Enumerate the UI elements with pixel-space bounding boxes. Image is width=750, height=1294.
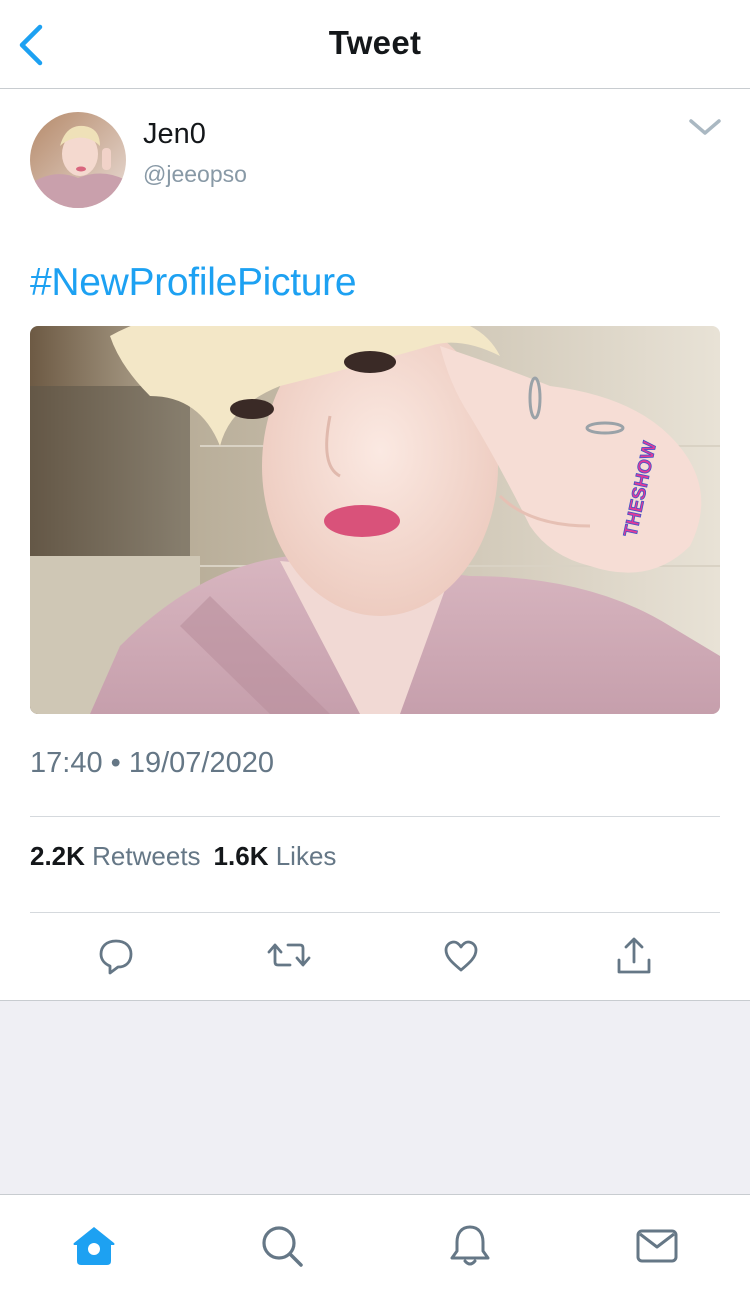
tab-notifications[interactable] — [447, 1223, 493, 1269]
likes-stat[interactable]: 1.6K Likes — [214, 841, 337, 871]
likes-count: 1.6K — [213, 841, 269, 871]
reply-button[interactable] — [93, 932, 139, 978]
messages-icon — [636, 1229, 678, 1263]
tweet-actions — [0, 912, 750, 1000]
retweets-stat[interactable]: 2.2K Retweets — [30, 841, 201, 871]
tweet-detail: Jen0 @jeeopso #NewProfilePicture THESHOW… — [0, 89, 750, 1001]
author-handle[interactable]: @jeeopso — [143, 161, 247, 188]
divider — [30, 816, 720, 817]
likes-label: Likes — [275, 841, 337, 871]
share-icon — [617, 937, 651, 974]
reply-icon — [99, 939, 133, 975]
author-display-name[interactable]: Jen0 — [143, 118, 206, 151]
tweet-timestamp: 17:40 • 19/07/2020 — [30, 747, 274, 779]
like-icon — [444, 940, 478, 972]
tweet-stats: 2.2K Retweets 1.6K Likes — [30, 841, 336, 872]
search-icon — [262, 1226, 303, 1267]
empty-replies-area — [0, 1001, 750, 1194]
tweet-menu-button[interactable] — [686, 113, 724, 141]
tweet-photo[interactable]: THESHOW — [30, 326, 720, 714]
retweet-button[interactable] — [266, 932, 312, 978]
retweets-count: 2.2K — [30, 841, 85, 871]
share-button[interactable] — [611, 932, 657, 978]
home-icon — [73, 1227, 115, 1265]
nav-header: Tweet — [0, 0, 750, 89]
avatar[interactable] — [30, 112, 126, 208]
page-title: Tweet — [328, 24, 422, 61]
notifications-icon — [450, 1225, 490, 1266]
tab-home[interactable] — [71, 1223, 117, 1269]
bottom-tab-bar — [0, 1194, 750, 1294]
like-button[interactable] — [438, 932, 484, 978]
tab-messages[interactable] — [634, 1223, 680, 1269]
tab-search[interactable] — [259, 1223, 305, 1269]
retweets-label: Retweets — [92, 841, 201, 871]
hashtag-link[interactable]: #NewProfilePicture — [30, 261, 357, 305]
retweet-icon — [267, 943, 311, 967]
chevron-down-icon — [689, 119, 721, 135]
